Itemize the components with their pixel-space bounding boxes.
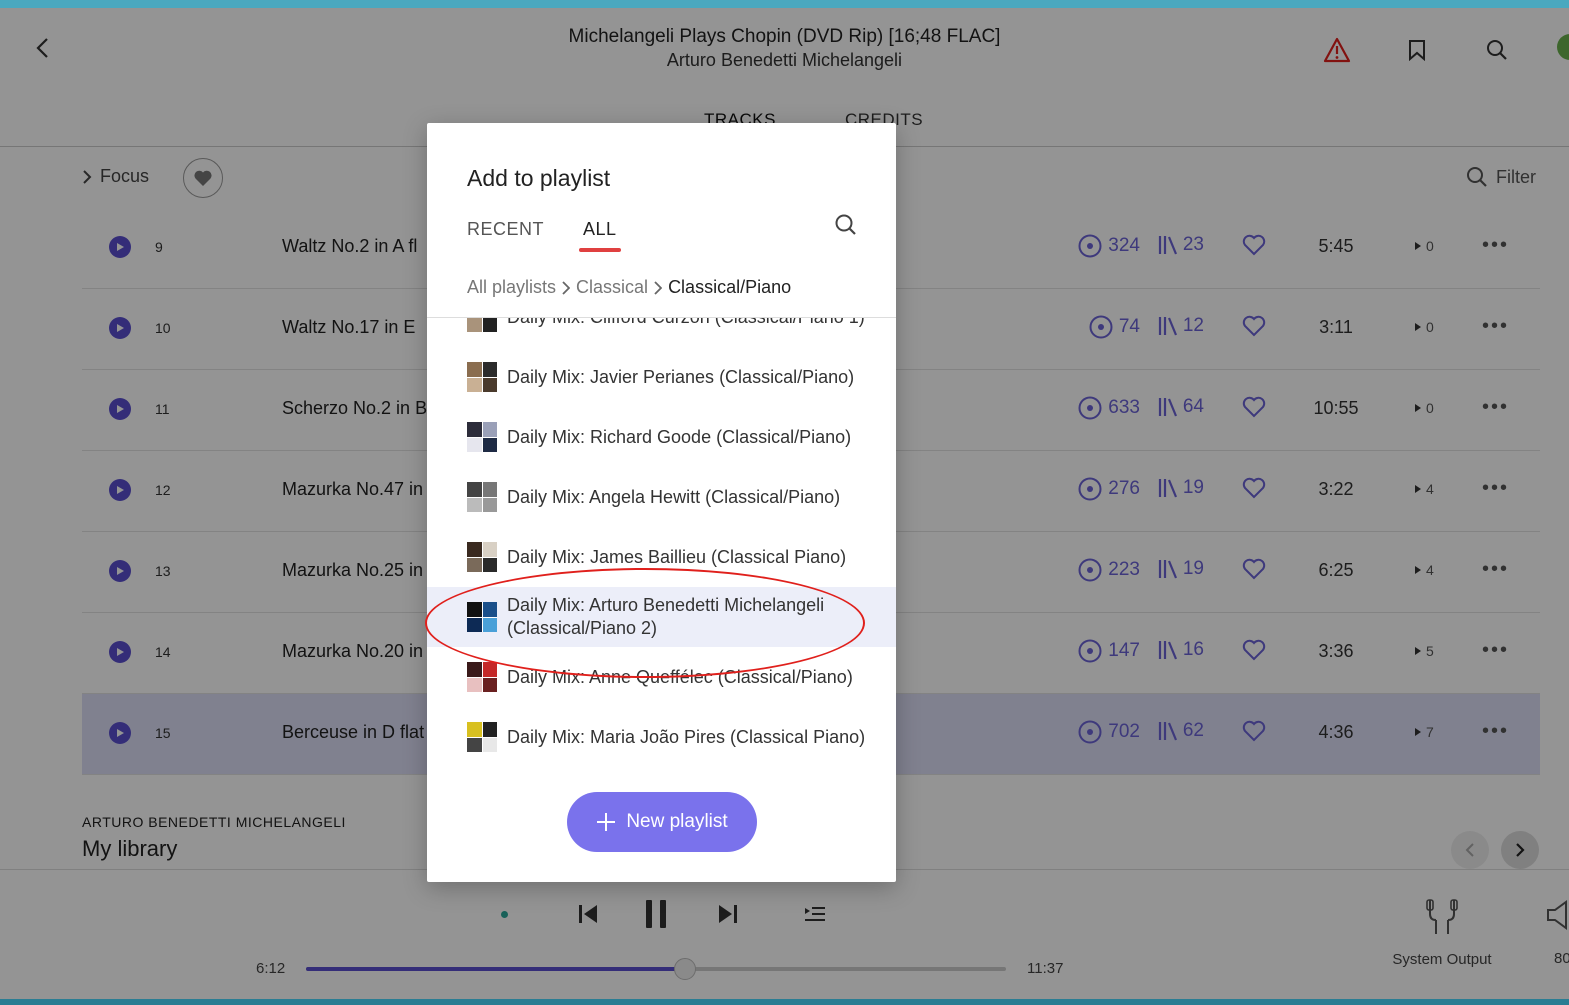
dialog-tab-recent[interactable]: RECENT (467, 219, 544, 240)
playlist-name: Daily Mix: Maria João Pires (Classical P… (507, 726, 866, 747)
playlist-thumbnail (467, 318, 497, 332)
playlist-thumbnail (467, 602, 497, 632)
playlist-name: Daily Mix: Richard Goode (Classical/Pian… (507, 426, 852, 447)
playlist-item[interactable]: Daily Mix: Richard Goode (Classical/Pian… (427, 407, 896, 467)
playlist-thumbnail (467, 722, 497, 752)
playlist-thumbnail (467, 662, 497, 692)
playlist-name: Daily Mix: Javier Perianes (Classical/Pi… (507, 366, 855, 387)
playlist-item[interactable]: Daily Mix: Javier Perianes (Classical/Pi… (427, 347, 896, 407)
playlist-list: Daily Mix: Clifford Curzon (Classical/Pi… (427, 318, 896, 773)
playlist-item[interactable]: Daily Mix: Maria João Pires (Classical P… (427, 707, 896, 767)
add-to-playlist-dialog: Add to playlist RECENT ALL All playlists… (427, 123, 896, 882)
new-playlist-button[interactable]: New playlist (567, 792, 757, 852)
playlist-thumbnail (467, 542, 497, 572)
breadcrumb: All playlists Classical Classical/Piano (467, 277, 791, 298)
playlist-thumbnail (467, 362, 497, 392)
playlist-name: Daily Mix: Clifford Curzon (Classical/Pi… (507, 318, 867, 329)
top-accent-bar (0, 0, 1569, 8)
playlist-name: Daily Mix: James Baillieu (Classical Pia… (507, 546, 847, 567)
plus-icon (597, 813, 616, 831)
playlist-item[interactable]: Daily Mix: Clifford Curzon (Classical/Pi… (427, 318, 896, 347)
playlist-thumbnail (467, 482, 497, 512)
bottom-accent-bar (0, 999, 1569, 1005)
search-icon (835, 214, 856, 235)
dialog-tab-all[interactable]: ALL (579, 219, 621, 252)
breadcrumb-all-playlists[interactable]: All playlists (467, 277, 556, 298)
breadcrumb-classical[interactable]: Classical (576, 277, 648, 298)
dialog-search-button[interactable] (834, 213, 858, 242)
playlist-item[interactable]: Daily Mix: Angela Hewitt (Classical/Pian… (427, 467, 896, 527)
playlist-item[interactable]: Daily Mix: Anne Queffélec (Classical/Pia… (427, 647, 896, 707)
playlist-thumbnail (467, 422, 497, 452)
playlist-name: Daily Mix: Arturo Benedetti Michelangeli… (507, 595, 825, 638)
playlist-item[interactable]: Daily Mix: Arturo Benedetti Michelangeli… (427, 587, 896, 647)
playlist-name: Daily Mix: Angela Hewitt (Classical/Pian… (507, 486, 841, 507)
new-playlist-label: New playlist (626, 811, 728, 832)
chevron-right-icon (654, 280, 663, 295)
breadcrumb-current: Classical/Piano (668, 277, 792, 297)
dialog-title: Add to playlist (467, 165, 611, 191)
playlist-item[interactable]: Daily Mix: James Baillieu (Classical Pia… (427, 527, 896, 587)
chevron-right-icon (562, 280, 571, 295)
playlist-name: Daily Mix: Anne Queffélec (Classical/Pia… (507, 666, 853, 687)
